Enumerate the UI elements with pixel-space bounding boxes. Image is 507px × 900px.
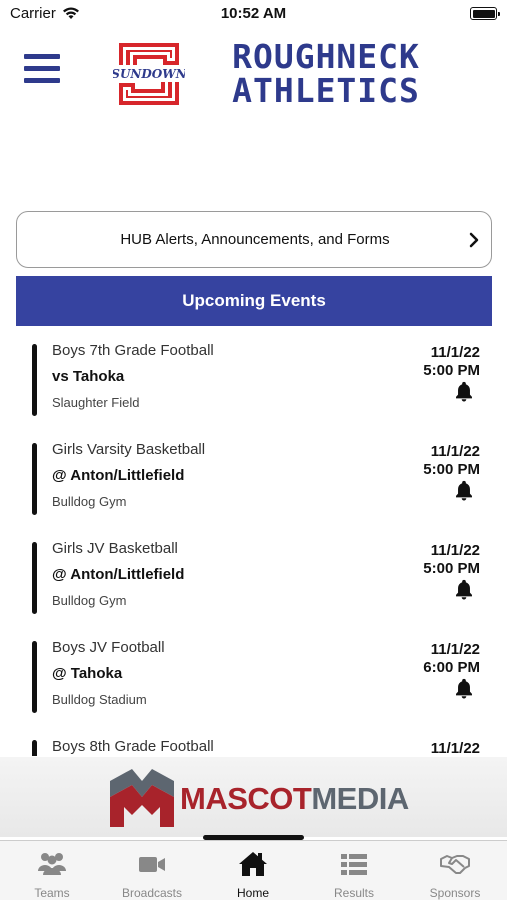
tab-results[interactable]: Results	[304, 841, 404, 900]
event-time: 6:00 PM	[423, 659, 480, 676]
brand-title-line1: ROUGHNECK	[232, 37, 420, 76]
tab-label: Sponsors	[429, 886, 481, 900]
tab-teams[interactable]: Teams	[2, 841, 102, 900]
event-time: 5:00 PM	[423, 362, 480, 379]
hamburger-menu-icon[interactable]	[24, 54, 60, 86]
tab-label: Home	[236, 886, 269, 900]
event-item[interactable]: Boys 8th Grade Football 11/1/22	[0, 732, 507, 756]
app-screen: Carrier 10:52 AM SUNDOWN ROUGHNECK ATHLE…	[0, 0, 507, 900]
tab-label: Teams	[34, 886, 70, 900]
tab-home[interactable]: Home	[203, 841, 303, 900]
event-accent-bar	[32, 344, 37, 416]
event-date: 11/1/22	[430, 443, 480, 460]
event-opponent: @ Tahoka	[52, 665, 123, 682]
event-venue: Bulldog Gym	[52, 494, 127, 509]
hub-alerts-label: HUB Alerts, Announcements, and Forms	[120, 231, 390, 248]
tab-bar: Teams Broadcasts Home Results Sponsors	[0, 840, 507, 900]
event-date: 11/1/22	[430, 542, 480, 559]
events-list: Boys 7th Grade Football vs Tahoka Slaugh…	[0, 336, 507, 756]
tab-sponsors[interactable]: Sponsors	[405, 841, 505, 900]
event-accent-bar	[32, 740, 37, 756]
bell-icon[interactable]	[453, 380, 475, 402]
chevron-right-icon	[469, 232, 479, 248]
event-time: 5:00 PM	[423, 560, 480, 577]
event-sport: Girls Varsity Basketball	[52, 441, 206, 458]
event-sport: Girls JV Basketball	[52, 540, 178, 557]
event-venue: Bulldog Stadium	[52, 692, 147, 707]
bell-icon[interactable]	[453, 578, 475, 600]
tab-label: Results	[333, 886, 374, 900]
event-item[interactable]: Boys 7th Grade Football vs Tahoka Slaugh…	[0, 336, 507, 435]
sundown-logo: SUNDOWN	[113, 43, 185, 105]
event-item[interactable]: Girls JV Basketball @ Anton/Littlefield …	[0, 534, 507, 633]
event-accent-bar	[32, 443, 37, 515]
tab-label: Broadcasts	[121, 886, 183, 900]
clock: 10:52 AM	[220, 5, 287, 22]
event-item[interactable]: Boys JV Football @ Tahoka Bulldog Stadiu…	[0, 633, 507, 732]
home-icon	[239, 852, 267, 876]
bell-icon[interactable]	[453, 479, 475, 501]
status-bar: Carrier 10:52 AM	[0, 0, 507, 28]
event-opponent: @ Anton/Littlefield	[52, 467, 185, 484]
event-accent-bar	[32, 641, 37, 713]
upcoming-events-header: Upcoming Events	[16, 276, 492, 326]
bell-icon[interactable]	[453, 677, 475, 699]
mascot-media-logo-icon	[110, 769, 174, 827]
tab-broadcasts[interactable]: Broadcasts	[102, 841, 202, 900]
event-venue: Bulldog Gym	[52, 593, 127, 608]
event-venue: Slaughter Field	[52, 395, 140, 410]
sponsor-name-part2: MEDIA	[311, 781, 409, 816]
video-camera-icon	[139, 857, 165, 872]
list-icon	[341, 854, 367, 875]
svg-text:SUNDOWN: SUNDOWN	[113, 67, 185, 81]
event-sport: Boys JV Football	[52, 639, 165, 656]
sponsor-banner[interactable]: MASCOTMEDIA	[0, 757, 507, 837]
brand-title: ROUGHNECK ATHLETICS	[196, 40, 456, 108]
sponsor-name: MASCOTMEDIA	[180, 781, 409, 817]
event-opponent: vs Tahoka	[52, 368, 125, 385]
sponsor-name-part1: MASCOT	[180, 781, 312, 816]
event-accent-bar	[32, 542, 37, 614]
hub-alerts-button[interactable]: HUB Alerts, Announcements, and Forms	[16, 211, 492, 268]
event-time: 5:00 PM	[423, 461, 480, 478]
event-date: 11/1/22	[430, 344, 480, 361]
event-sport: Boys 8th Grade Football	[52, 738, 214, 755]
event-opponent: @ Anton/Littlefield	[52, 566, 185, 583]
brand-title-line2: ATHLETICS	[232, 71, 420, 110]
people-icon	[38, 853, 66, 875]
battery-icon	[470, 7, 500, 20]
event-date: 11/1/22	[430, 641, 480, 658]
handshake-icon	[440, 855, 470, 874]
event-sport: Boys 7th Grade Football	[52, 342, 214, 359]
event-date: 11/1/22	[430, 740, 480, 756]
event-item[interactable]: Girls Varsity Basketball @ Anton/Littlef…	[0, 435, 507, 534]
